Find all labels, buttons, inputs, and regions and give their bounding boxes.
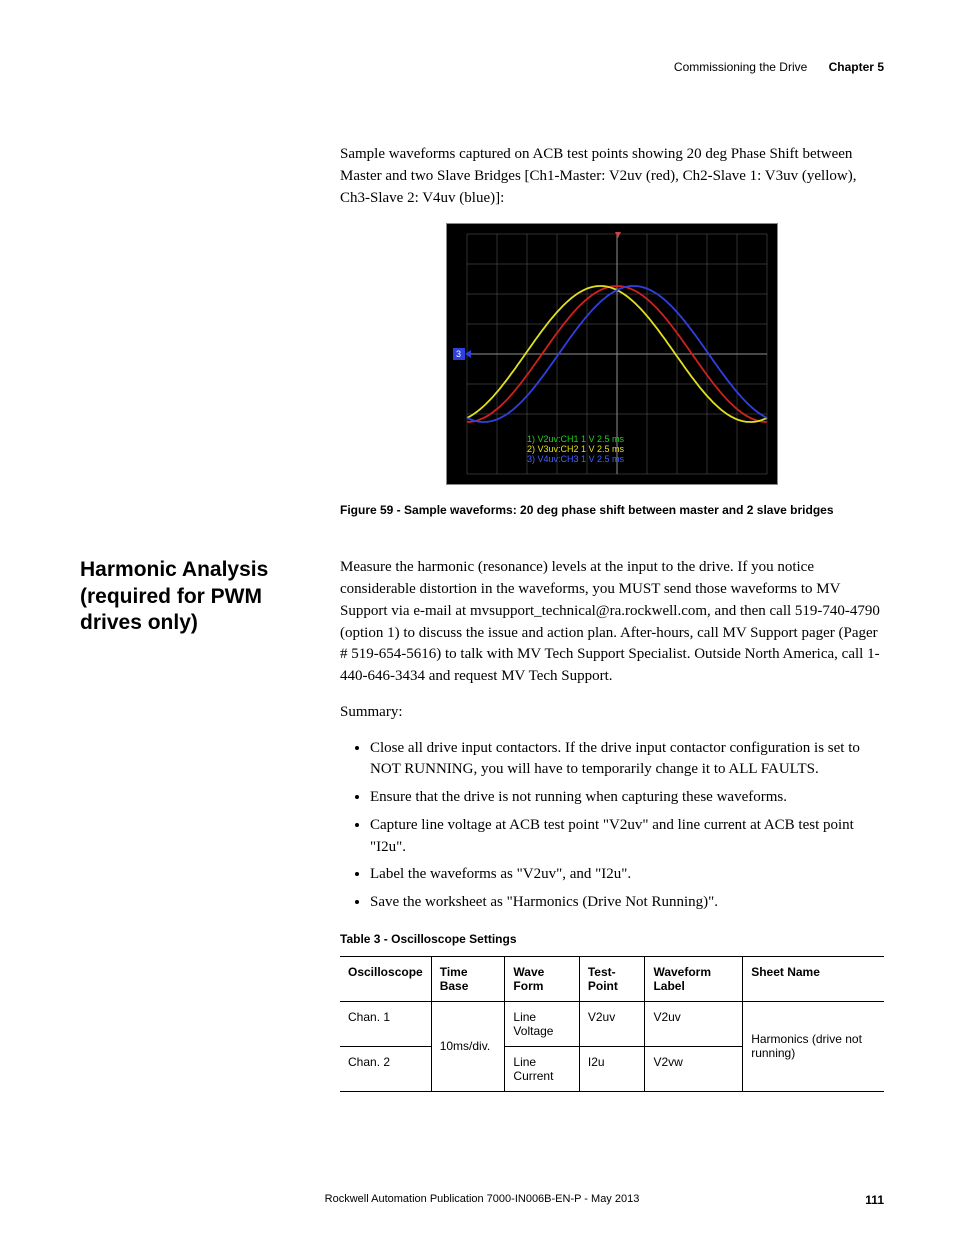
section-heading: Harmonic Analysis (required for PWM driv… (80, 557, 310, 636)
table-header-row: Oscilloscope Time Base Wave Form Test-Po… (340, 956, 884, 1001)
page-footer: Rockwell Automation Publication 7000-IN0… (80, 1193, 884, 1205)
intro-paragraph: Sample waveforms captured on ACB test po… (340, 144, 884, 209)
table-cell: V2uv (579, 1001, 645, 1046)
scope-figure: 3 1) V2uv:CH1 1 V 2.5 ms 2) V3uv:CH2 1 V… (340, 223, 884, 485)
table-cell: I2u (579, 1046, 645, 1091)
table-cell: V2uv (645, 1001, 743, 1046)
table-cell: Chan. 1 (340, 1001, 431, 1046)
section-body: Measure the harmonic (resonance) levels … (340, 557, 884, 688)
page-header: Commissioning the Drive Chapter 5 (80, 60, 884, 74)
list-item: Label the waveforms as "V2uv", and "I2u"… (370, 864, 884, 886)
summary-list: Close all drive input contactors. If the… (370, 738, 884, 914)
table-row: Chan. 1 10ms/div. Line Voltage V2uv V2uv… (340, 1001, 884, 1046)
svg-text:1) V2uv:CH1 1 V 2.5 ms: 1) V2uv:CH1 1 V 2.5 ms (527, 434, 625, 444)
svg-text:3: 3 (456, 349, 461, 359)
figure-caption: Figure 59 - Sample waveforms: 20 deg pha… (340, 503, 884, 517)
table-header: Time Base (431, 956, 505, 1001)
list-item: Save the worksheet as "Harmonics (Drive … (370, 892, 884, 914)
table-header: Test-Point (579, 956, 645, 1001)
scope-svg: 3 1) V2uv:CH1 1 V 2.5 ms 2) V3uv:CH2 1 V… (447, 224, 777, 484)
table-header: Waveform Label (645, 956, 743, 1001)
table-cell: Line Voltage (505, 1001, 579, 1046)
table-cell: Chan. 2 (340, 1046, 431, 1091)
table-cell: V2vw (645, 1046, 743, 1091)
list-item: Close all drive input contactors. If the… (370, 738, 884, 782)
table-header: Oscilloscope (340, 956, 431, 1001)
oscilloscope-settings-table: Oscilloscope Time Base Wave Form Test-Po… (340, 956, 884, 1092)
oscilloscope-screen: 3 1) V2uv:CH1 1 V 2.5 ms 2) V3uv:CH2 1 V… (446, 223, 778, 485)
table-cell: Harmonics (drive not running) (743, 1001, 884, 1091)
svg-text:3) V4uv:CH3 1 V 2.5 ms: 3) V4uv:CH3 1 V 2.5 ms (527, 454, 625, 464)
table-cell: Line Current (505, 1046, 579, 1091)
page-number: 111 (865, 1193, 884, 1207)
table-cell: 10ms/div. (431, 1001, 505, 1091)
svg-text:2) V3uv:CH2 1 V 2.5 ms: 2) V3uv:CH2 1 V 2.5 ms (527, 444, 625, 454)
footer-publication: Rockwell Automation Publication 7000-IN0… (325, 1193, 640, 1205)
summary-label: Summary: (340, 702, 884, 724)
table-header: Wave Form (505, 956, 579, 1001)
header-chapter: Chapter 5 (829, 60, 884, 74)
list-item: Capture line voltage at ACB test point "… (370, 815, 884, 859)
header-section: Commissioning the Drive (674, 60, 807, 74)
table-caption: Table 3 - Oscilloscope Settings (340, 932, 884, 946)
list-item: Ensure that the drive is not running whe… (370, 787, 884, 809)
table-header: Sheet Name (743, 956, 884, 1001)
